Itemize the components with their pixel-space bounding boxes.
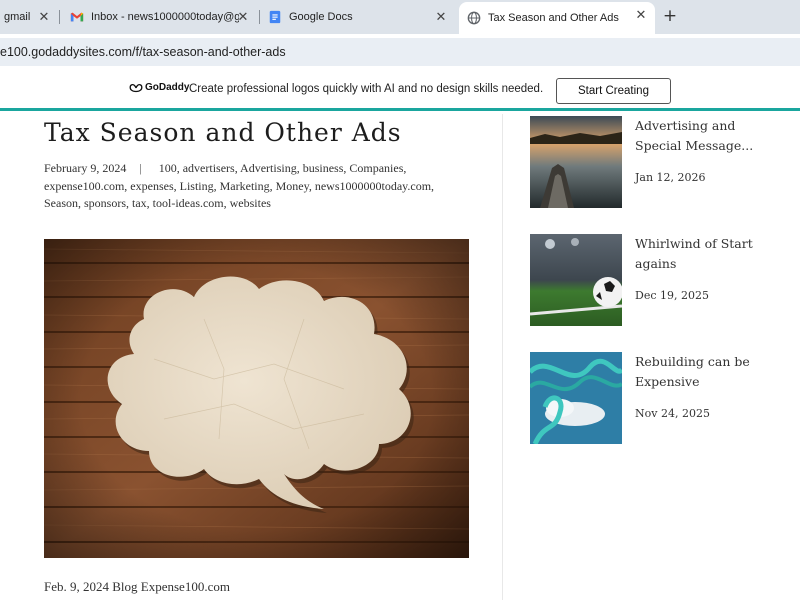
tab-title: Google Docs [289,11,353,23]
tab-google-docs[interactable]: Google Docs ✕ [262,4,455,30]
sidebar-post-title[interactable]: Rebuilding can be Expensive [635,352,785,392]
sidebar-post-date: Dec 19, 2025 [635,289,709,302]
kayak-lake-thumbnail[interactable] [530,116,622,208]
tab-gmail[interactable]: gmail ✕ [0,4,58,30]
post-hero-image [44,239,469,558]
promo-banner: GoDaddy Create professional logos quickl… [0,70,800,111]
sidebar-post-title[interactable]: Whirlwind of Start agains [635,234,785,274]
column-divider [502,114,503,600]
new-tab-button[interactable]: + [661,7,679,25]
sidebar-post[interactable]: Rebuilding can be Expensive Nov 24, 2025 [530,352,790,444]
tab-inbox[interactable]: Inbox - news1000000today@g ✕ [64,4,257,30]
godaddy-logo-icon [129,83,143,92]
sidebar-post[interactable]: Advertising and Special Message... Jan 1… [530,116,790,208]
gmail-icon [70,12,84,22]
post-date: February 9, 2024 [44,161,127,175]
speech-bubble-on-wood-image [44,239,469,558]
globe-icon [467,11,481,25]
address-bar: e100.godaddysites.com/f/tax-season-and-o… [0,34,800,70]
browser-tabstrip: gmail ✕ Inbox - news1000000today@g ✕ Goo… [0,0,800,34]
close-icon[interactable]: ✕ [433,9,449,25]
close-icon[interactable]: ✕ [36,9,52,25]
tab-title: Tax Season and Other Ads [488,12,619,24]
soccer-ball-thumbnail[interactable] [530,234,622,326]
sidebar-post-date: Nov 24, 2025 [635,407,710,420]
close-icon[interactable]: ✕ [235,9,251,25]
godaddy-logo-text: GoDaddy [145,82,190,93]
tab-tax-season[interactable]: Tax Season and Other Ads ✕ [459,2,655,34]
post-title: Tax Season and Other Ads [44,118,402,147]
sidebar-post-title[interactable]: Advertising and Special Message... [635,116,785,156]
start-creating-button[interactable]: Start Creating [556,78,671,104]
url-text[interactable]: e100.godaddysites.com/f/tax-season-and-o… [0,45,286,59]
promo-message: Create professional logos quickly with A… [189,83,544,95]
roller-coaster-thumbnail[interactable] [530,352,622,444]
google-docs-icon [269,10,281,24]
meta-separator: | [139,161,142,175]
sidebar-post-date: Jan 12, 2026 [635,171,706,184]
tab-title: gmail [4,11,31,23]
close-icon[interactable]: ✕ [633,7,649,23]
post-meta: February 9, 2024 | 100, advertisers, Adver… [44,160,464,213]
godaddy-logo[interactable]: GoDaddy [129,82,189,93]
sidebar-post[interactable]: Whirlwind of Start agains Dec 19, 2025 [530,234,790,326]
tab-title: Inbox - news1000000today@g [91,11,239,23]
post-caption: Feb. 9, 2024 Blog Expense100.com [44,579,230,594]
